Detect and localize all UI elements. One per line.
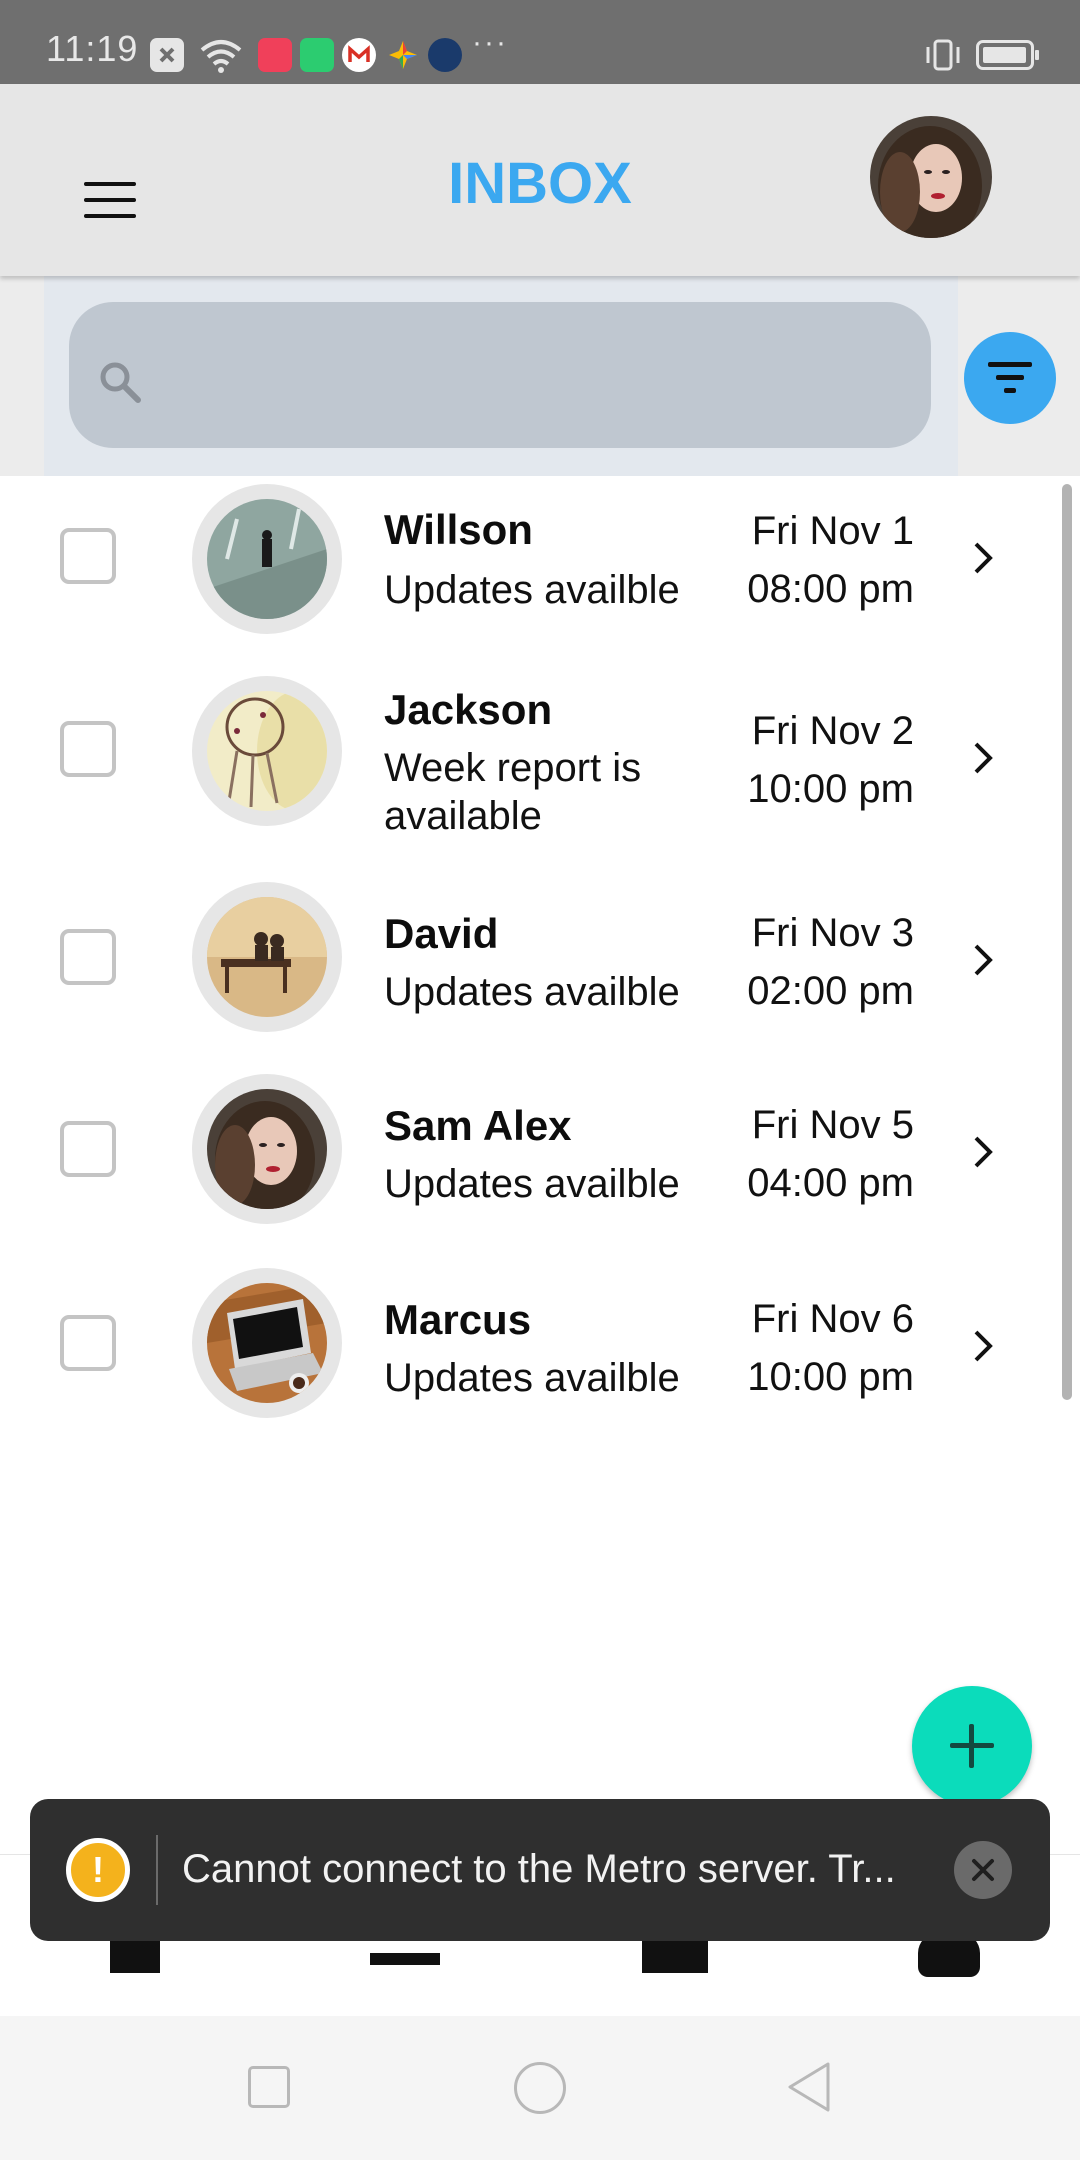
- message-time: 08:00 pm: [747, 567, 914, 611]
- chat-icon: [300, 38, 334, 72]
- profile-avatar[interactable]: [870, 116, 992, 238]
- vibrate-icon: [920, 38, 966, 72]
- message-preview: Updates availble: [384, 568, 680, 612]
- filter-icon: [988, 362, 1032, 367]
- pinterest-icon: [258, 38, 292, 72]
- page-title: INBOX: [448, 151, 632, 216]
- battery-icon: [976, 40, 1039, 70]
- scrollbar[interactable]: [1062, 484, 1072, 1400]
- list-item[interactable]: David Updates availble Fri Nov 3 02:00 p…: [0, 876, 1060, 1076]
- hamburger-icon[interactable]: [84, 180, 138, 220]
- list-item[interactable]: Sam Alex Updates availble Fri Nov 5 04:0…: [0, 1074, 1060, 1266]
- sender-name: Sam Alex: [384, 1102, 572, 1149]
- sender-name: David: [384, 910, 499, 957]
- status-time: 11:19: [46, 28, 139, 69]
- row-checkbox[interactable]: [60, 929, 116, 985]
- message-preview: Updates availble: [384, 1356, 680, 1400]
- status-bar: 11:19 ···: [0, 0, 1080, 84]
- message-date: Fri Nov 3: [751, 911, 914, 955]
- avatar: [192, 882, 342, 1032]
- avatar: [192, 1268, 342, 1418]
- message-time: 02:00 pm: [747, 969, 914, 1013]
- message-time: 10:00 pm: [747, 767, 914, 811]
- recents-icon[interactable]: [248, 2066, 290, 2108]
- row-checkbox[interactable]: [60, 528, 116, 584]
- message-time: 10:00 pm: [747, 1355, 914, 1399]
- chevron-right-icon[interactable]: [968, 1132, 998, 1172]
- toast-divider: [156, 1835, 158, 1905]
- chevron-right-icon[interactable]: [968, 1326, 998, 1366]
- list-item[interactable]: Marcus Updates availble Fri Nov 6 10:00 …: [0, 1266, 1060, 1466]
- photos-icon: [386, 38, 420, 72]
- chevron-right-icon[interactable]: [968, 538, 998, 578]
- chevron-right-icon[interactable]: [968, 738, 998, 778]
- amazon-icon: [428, 38, 462, 72]
- message-preview: Updates availble: [384, 970, 680, 1014]
- toast-message[interactable]: Cannot connect to the Metro server. Tr..…: [182, 1847, 972, 1892]
- sender-name: Marcus: [384, 1296, 532, 1343]
- home-circle-icon[interactable]: [514, 2062, 566, 2114]
- back-icon[interactable]: [784, 2060, 834, 2114]
- message-time: 04:00 pm: [747, 1161, 914, 1205]
- row-checkbox[interactable]: [60, 1121, 116, 1177]
- inbox-icon[interactable]: [370, 1953, 440, 1965]
- sender-name: Willson: [384, 506, 533, 553]
- app-header: INBOX: [0, 84, 1080, 276]
- close-box-icon: [150, 38, 184, 72]
- gmail-icon: [342, 38, 376, 72]
- message-date: Fri Nov 6: [751, 1297, 914, 1341]
- search-icon: [96, 358, 144, 406]
- avatar: [192, 1074, 342, 1224]
- avatar: [192, 676, 342, 826]
- row-checkbox[interactable]: [60, 721, 116, 777]
- list-item[interactable]: Jackson Week report is available Fri Nov…: [0, 676, 1060, 876]
- overflow-icon: ···: [472, 26, 508, 59]
- message-preview: Updates availble: [384, 1162, 680, 1206]
- message-preview: Week report is available: [384, 746, 642, 838]
- chevron-right-icon[interactable]: [968, 940, 998, 980]
- wifi-icon: [198, 38, 244, 73]
- filter-button[interactable]: [964, 332, 1056, 424]
- search-input[interactable]: [69, 302, 931, 448]
- error-toast: ! Cannot connect to the Metro server. Tr…: [30, 1799, 1050, 1941]
- sender-name: Jackson: [384, 686, 553, 733]
- message-date: Fri Nov 5: [751, 1103, 914, 1147]
- close-icon[interactable]: [954, 1841, 1012, 1899]
- message-date: Fri Nov 1: [751, 509, 914, 553]
- list-item[interactable]: Willson Updates availble Fri Nov 1 08:00…: [0, 476, 1060, 676]
- system-nav-bar: [0, 2016, 1080, 2160]
- warning-icon: !: [66, 1838, 130, 1902]
- compose-button[interactable]: [912, 1686, 1032, 1806]
- avatar: [192, 484, 342, 634]
- search-area: [0, 276, 1080, 476]
- row-checkbox[interactable]: [60, 1315, 116, 1371]
- message-date: Fri Nov 2: [751, 709, 914, 753]
